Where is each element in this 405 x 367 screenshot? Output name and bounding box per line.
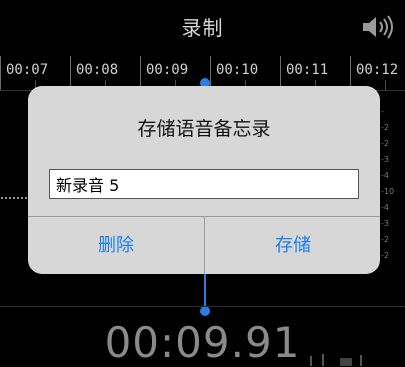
save-memo-dialog: 存储语音备忘录 删除 存储 <box>28 86 380 274</box>
timeline-tick <box>0 56 1 90</box>
timeline-label: 00:08 <box>76 62 119 78</box>
dialog-title: 存储语音备忘录 <box>137 118 271 140</box>
timeline-label: 00:07 <box>6 62 49 78</box>
level-scale-label: -2 <box>381 123 389 132</box>
playhead-bottom-handle[interactable] <box>200 306 210 316</box>
level-scale-label: -2 <box>381 251 389 260</box>
level-scale: - -2 -2 -3 -4 -10 -4 -3 -2 -2 <box>381 104 403 264</box>
waveform-bottom-divider <box>0 306 405 307</box>
timeline-tick <box>210 56 211 90</box>
timeline-label: 00:10 <box>216 62 259 78</box>
timeline-tick <box>280 56 281 90</box>
timeline-label: 00:09 <box>146 62 189 78</box>
timeline-tick <box>350 56 351 90</box>
delete-button[interactable]: 删除 <box>28 217 204 274</box>
level-scale-label: -4 <box>381 203 389 212</box>
level-scale-label: -3 <box>381 155 389 164</box>
level-scale-label: -3 <box>381 219 389 228</box>
timeline-minor-tick <box>385 80 386 90</box>
timeline-tick <box>140 56 141 90</box>
level-scale-label: -4 <box>381 171 389 180</box>
timeline-tick <box>70 56 71 90</box>
waveform-fragment <box>310 354 362 366</box>
timeline-label: 00:12 <box>356 62 399 78</box>
speaker-icon[interactable] <box>361 12 395 42</box>
level-scale-label: -2 <box>381 139 389 148</box>
level-scale-label: - <box>381 107 384 116</box>
level-scale-label: -2 <box>381 235 389 244</box>
waveform-dots <box>0 196 28 200</box>
timeline-label: 00:11 <box>286 62 329 78</box>
screen-title: 录制 <box>181 16 224 40</box>
save-button[interactable]: 存储 <box>205 217 380 274</box>
memo-name-input[interactable] <box>49 169 359 199</box>
level-scale-label: -10 <box>381 187 395 196</box>
